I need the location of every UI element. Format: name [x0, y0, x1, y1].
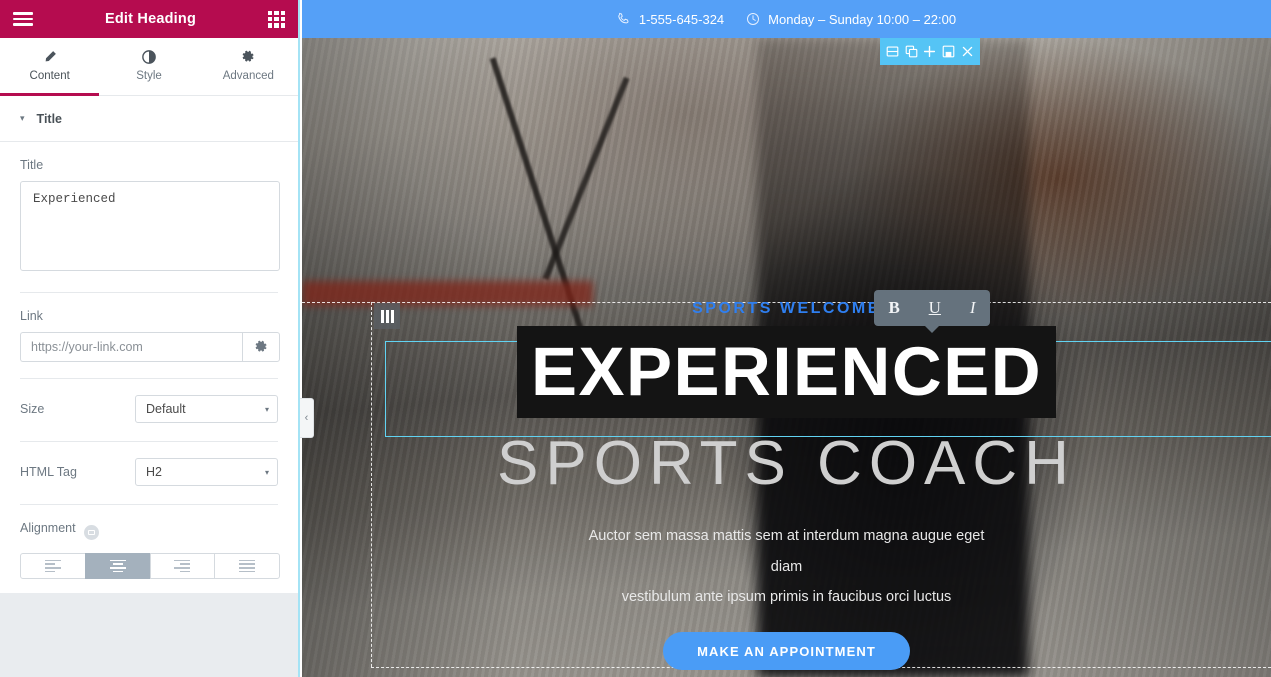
- tab-style-label: Style: [136, 69, 162, 82]
- tab-advanced[interactable]: Advanced: [199, 38, 298, 96]
- topbar-hours-label: Monday – Sunday 10:00 – 22:00: [768, 11, 957, 27]
- hero-subheadline[interactable]: SPORTS COACH: [497, 428, 1076, 499]
- align-justify-button[interactable]: [214, 553, 280, 579]
- hero-eyebrow: SPORTS WELCOME: [692, 300, 881, 317]
- grid-icon[interactable]: [268, 10, 285, 28]
- panel-title: Edit Heading: [104, 11, 196, 27]
- pencil-icon: [43, 50, 57, 64]
- alignment-field-group: Alignment: [20, 505, 278, 544]
- duplicate-section-icon[interactable]: [905, 45, 918, 58]
- tab-advanced-label: Advanced: [222, 69, 274, 82]
- chevron-down-icon: ▾: [20, 113, 25, 123]
- panel-header: Edit Heading: [0, 0, 298, 38]
- size-select-value: Default: [146, 402, 186, 416]
- panel-body: Title Link Size Default ▾: [0, 142, 298, 593]
- title-field-group: Title: [20, 142, 280, 276]
- chevron-down-icon: ▾: [264, 467, 269, 477]
- edit-section-icon[interactable]: [886, 45, 899, 58]
- contrast-icon: [142, 49, 156, 64]
- hero-lede: Auctor sem massa mattis sem at interdum …: [577, 521, 997, 612]
- topbar-phone-label: 1-555-645-324: [638, 11, 725, 27]
- hero-lede-line-2: vestibulum ante ipsum primis in faucibus…: [621, 588, 952, 605]
- link-row: [20, 332, 280, 362]
- hero-section: SPORTS WELCOME EXPERIENCED SPORTS COACH …: [302, 38, 1271, 677]
- size-field-group: Size Default ▾: [20, 379, 278, 423]
- align-left-button[interactable]: [20, 553, 86, 579]
- chevron-down-icon: ▾: [264, 404, 269, 414]
- alignment-field-label: Alignment: [20, 521, 76, 535]
- topbar-hours: Monday – Sunday 10:00 – 22:00: [746, 12, 956, 27]
- align-left-icon: [44, 559, 61, 573]
- hero-content: SPORTS WELCOME EXPERIENCED SPORTS COACH …: [302, 38, 1271, 677]
- size-field-label: Size: [20, 402, 45, 416]
- panel-collapse-button[interactable]: ‹: [300, 398, 314, 438]
- italic-button[interactable]: I: [970, 298, 976, 318]
- size-select[interactable]: Default ▾: [135, 395, 278, 423]
- delete-section-icon[interactable]: [961, 45, 974, 58]
- elementor-editor: Edit Heading Content Style Advanced ▾ Ti…: [0, 0, 1271, 677]
- align-justify-icon: [239, 559, 256, 573]
- bold-button[interactable]: B: [888, 298, 899, 318]
- section-toolbar: [880, 38, 980, 65]
- tab-style[interactable]: Style: [99, 38, 198, 96]
- device-icon[interactable]: [83, 525, 99, 540]
- alignment-button-group: [20, 553, 280, 579]
- column-handle[interactable]: [374, 303, 400, 329]
- editor-panel: Edit Heading Content Style Advanced ▾ Ti…: [0, 0, 300, 677]
- underline-button[interactable]: U: [929, 298, 941, 318]
- link-input[interactable]: [20, 332, 242, 362]
- clock-icon: [746, 12, 760, 26]
- align-center-icon: [109, 559, 126, 573]
- site-topbar: 1-555-645-324 Monday – Sunday 10:00 – 22…: [302, 0, 1271, 38]
- title-input[interactable]: [20, 181, 280, 271]
- tab-content[interactable]: Content: [0, 38, 100, 96]
- panel-tabs: Content Style Advanced: [0, 38, 298, 96]
- tab-content-label: Content: [29, 69, 70, 82]
- html-tag-select[interactable]: H2 ▾: [135, 458, 278, 486]
- save-section-icon[interactable]: [942, 45, 955, 58]
- add-section-icon[interactable]: [923, 45, 936, 58]
- align-center-button[interactable]: [84, 553, 151, 579]
- html-tag-field-group: HTML Tag H2 ▾: [20, 442, 278, 486]
- section-title-header[interactable]: ▾ Title: [0, 96, 298, 142]
- hero-lede-line-1: Auctor sem massa mattis sem at interdum …: [588, 528, 985, 575]
- link-field-label: Link: [20, 309, 43, 323]
- html-tag-select-value: H2: [146, 465, 162, 479]
- columns-icon: [380, 309, 394, 323]
- gear-icon: [241, 50, 255, 64]
- preview-canvas: 1-555-645-324 Monday – Sunday 10:00 – 22…: [302, 0, 1271, 677]
- topbar-phone[interactable]: 1-555-645-324: [617, 12, 724, 27]
- html-tag-field-label: HTML Tag: [20, 465, 77, 479]
- text-format-toolbar: B U I: [874, 290, 990, 333]
- link-options-gear-icon[interactable]: [242, 332, 280, 362]
- title-field-label: Title: [20, 158, 44, 172]
- align-right-icon: [174, 559, 191, 573]
- phone-icon: [617, 12, 631, 26]
- section-title-label: Title: [36, 111, 63, 126]
- align-right-button[interactable]: [149, 553, 216, 579]
- hamburger-icon[interactable]: [13, 12, 33, 26]
- link-field-group: Link: [20, 293, 280, 362]
- hero-headline[interactable]: EXPERIENCED: [516, 326, 1057, 418]
- make-appointment-button[interactable]: MAKE AN APPOINTMENT: [663, 632, 910, 671]
